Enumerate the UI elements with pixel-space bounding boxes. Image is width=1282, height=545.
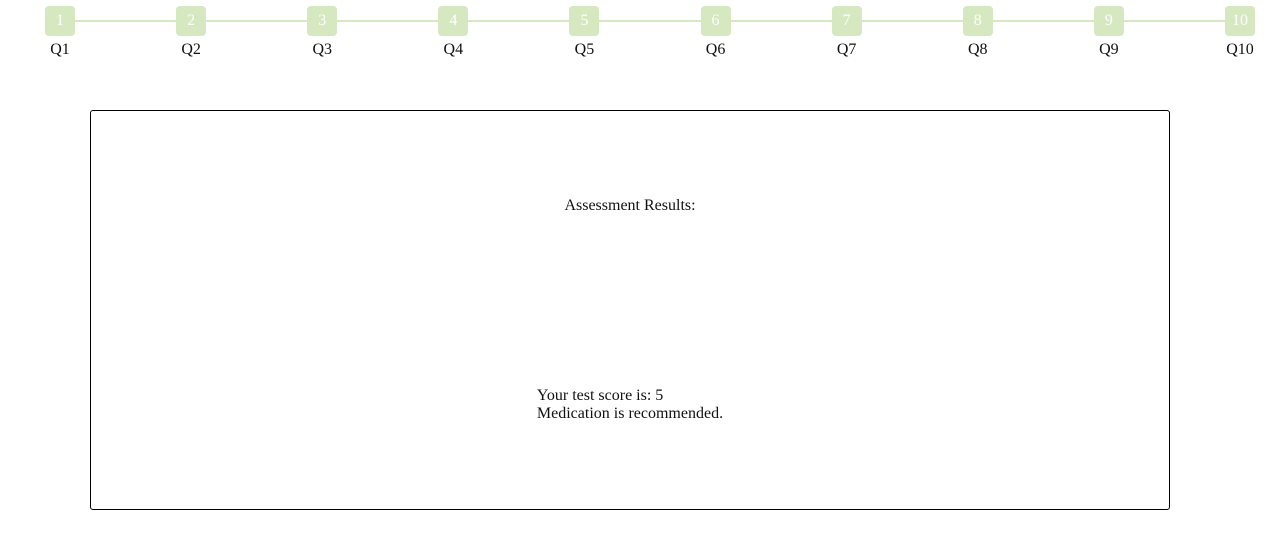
- step-number-badge: 9: [1093, 6, 1124, 36]
- step-label: Q7: [836, 41, 857, 58]
- question-stepper: 1 Q1 2 Q2 3 Q3 4 Q4 5 Q5 6 Q6 7 Q7 8 Q8 …: [0, 0, 1282, 70]
- step-q7[interactable]: 7 Q7: [807, 6, 887, 59]
- step-label: Q2: [181, 41, 201, 58]
- step-number-badge: 3: [307, 6, 338, 36]
- step-label: Q8: [967, 41, 988, 58]
- step-number-badge: 2: [176, 6, 207, 36]
- step-q6[interactable]: 6 Q6: [676, 6, 756, 59]
- step-q4[interactable]: 4 Q4: [413, 6, 493, 59]
- results-body: Your test score is: 5 Medication is reco…: [91, 387, 1169, 423]
- step-q1[interactable]: 1 Q1: [20, 6, 100, 59]
- step-number-badge: 6: [700, 6, 731, 36]
- step-number-badge: 5: [569, 6, 600, 36]
- step-label: Q9: [1099, 41, 1119, 58]
- results-title: Assessment Results:: [564, 197, 696, 214]
- step-number-badge: 10: [1225, 6, 1255, 36]
- step-q10[interactable]: 10 Q10: [1200, 6, 1280, 59]
- step-number-badge: 8: [962, 6, 993, 36]
- step-q3[interactable]: 3 Q3: [282, 6, 362, 59]
- step-label: Q6: [705, 41, 726, 58]
- step-label: Q3: [312, 41, 332, 58]
- recommendation-text: Medication is recommended.: [536, 405, 724, 422]
- step-label: Q10: [1226, 41, 1254, 58]
- step-label: Q5: [574, 41, 595, 58]
- step-label: Q1: [50, 41, 70, 58]
- step-q5[interactable]: 5 Q5: [544, 6, 624, 59]
- step-q2[interactable]: 2 Q2: [151, 6, 231, 59]
- step-q8[interactable]: 8 Q8: [938, 6, 1018, 59]
- step-number-badge: 4: [438, 6, 469, 36]
- step-number-badge: 7: [831, 6, 862, 36]
- results-panel: Assessment Results: Your test score is: …: [90, 110, 1170, 510]
- step-label: Q4: [443, 41, 464, 58]
- score-text: Your test score is: 5: [536, 387, 664, 404]
- step-q9[interactable]: 9 Q9: [1069, 6, 1149, 59]
- stepper-connector-line: [60, 20, 1240, 22]
- step-number-badge: 1: [45, 6, 75, 36]
